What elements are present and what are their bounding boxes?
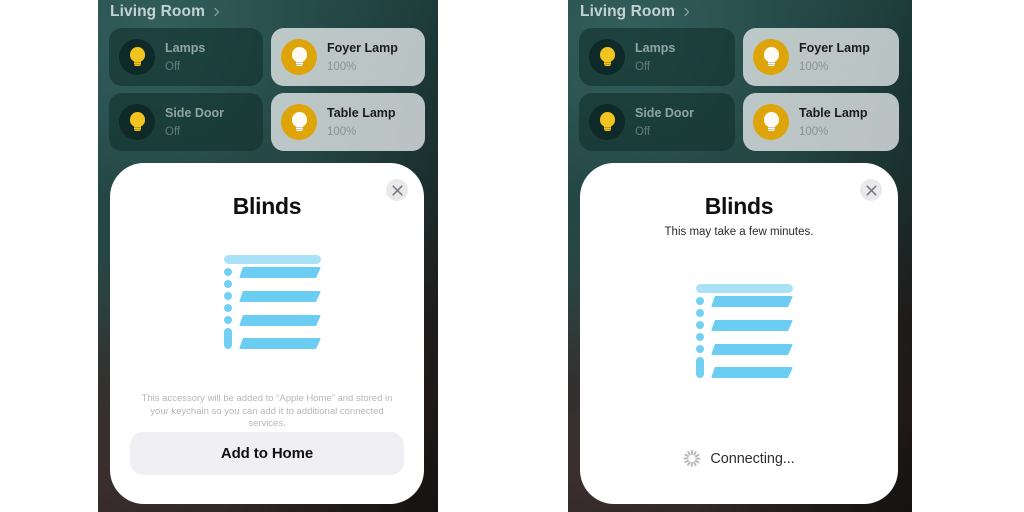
lightbulb-icon — [119, 104, 155, 140]
device-state: 100% — [327, 126, 357, 138]
lightbulb-icon — [753, 39, 789, 75]
device-state: 100% — [327, 61, 357, 73]
window-blinds-icon — [684, 282, 794, 378]
room-breadcrumb[interactable]: Living Room — [580, 3, 690, 21]
device-card-lamps[interactable]: Lamps Off — [579, 28, 735, 86]
room-title: Living Room — [110, 3, 205, 20]
lightbulb-icon — [589, 39, 625, 75]
connecting-sheet: Blinds This may take a few minutes. Conn… — [580, 163, 898, 504]
device-name: Lamps — [635, 41, 676, 55]
add-to-home-button[interactable]: Add to Home — [130, 432, 404, 475]
connecting-status: Connecting... — [580, 450, 898, 467]
screenshot-stage: Living Room Lamps Off Foyer Lamp 100% Si… — [0, 0, 1024, 512]
device-state: Off — [165, 61, 181, 73]
phone-panel-left: Living Room Lamps Off Foyer Lamp 100% Si… — [98, 0, 438, 512]
lightbulb-icon — [281, 39, 317, 75]
sheet-title: Blinds — [704, 193, 774, 219]
chevron-right-icon — [680, 7, 690, 16]
spinner-icon — [683, 450, 701, 467]
close-icon[interactable] — [860, 179, 882, 201]
device-name: Table Lamp — [799, 106, 868, 120]
device-state: 100% — [799, 126, 829, 138]
device-name: Foyer Lamp — [799, 41, 870, 55]
device-card-foyer-lamp[interactable]: Foyer Lamp 100% — [271, 28, 425, 86]
device-grid-left: Lamps Off Foyer Lamp 100% Side Door Off … — [109, 28, 425, 151]
blinds-illustration-wrap — [580, 282, 898, 378]
device-card-lamps[interactable]: Lamps Off — [109, 28, 263, 86]
device-name: Lamps — [165, 41, 206, 55]
sheet-subtitle: This may take a few minutes. — [664, 226, 814, 238]
add-accessory-sheet: Blinds This accessory will be added to “… — [110, 163, 424, 504]
device-card-table-lamp[interactable]: Table Lamp 100% — [743, 93, 899, 151]
sheet-title: Blinds — [232, 193, 302, 219]
device-state: 100% — [799, 61, 829, 73]
device-name: Side Door — [165, 106, 225, 120]
device-name: Foyer Lamp — [327, 41, 398, 55]
device-card-side-door[interactable]: Side Door Off — [109, 93, 263, 151]
lightbulb-icon — [753, 104, 789, 140]
lightbulb-icon — [589, 104, 625, 140]
accessory-disclaimer: This accessory will be added to “Apple H… — [141, 393, 393, 429]
device-state: Off — [635, 126, 651, 138]
device-card-foyer-lamp[interactable]: Foyer Lamp 100% — [743, 28, 899, 86]
device-state: Off — [165, 126, 181, 138]
window-blinds-icon — [212, 253, 322, 349]
blinds-illustration-wrap — [110, 253, 424, 349]
device-name: Side Door — [635, 106, 695, 120]
device-grid-right: Lamps Off Foyer Lamp 100% Side Door Off … — [579, 28, 899, 151]
device-card-side-door[interactable]: Side Door Off — [579, 93, 735, 151]
room-breadcrumb[interactable]: Living Room — [110, 3, 220, 21]
close-icon[interactable] — [386, 179, 408, 201]
chevron-right-icon — [210, 7, 220, 16]
device-state: Off — [635, 61, 651, 73]
lightbulb-icon — [281, 104, 317, 140]
lightbulb-icon — [119, 39, 155, 75]
device-card-table-lamp[interactable]: Table Lamp 100% — [271, 93, 425, 151]
phone-panel-right: Living Room Lamps Off Foyer Lamp 100% Si… — [568, 0, 912, 512]
room-title: Living Room — [580, 3, 675, 20]
connecting-label: Connecting... — [710, 450, 795, 467]
device-name: Table Lamp — [327, 106, 396, 120]
